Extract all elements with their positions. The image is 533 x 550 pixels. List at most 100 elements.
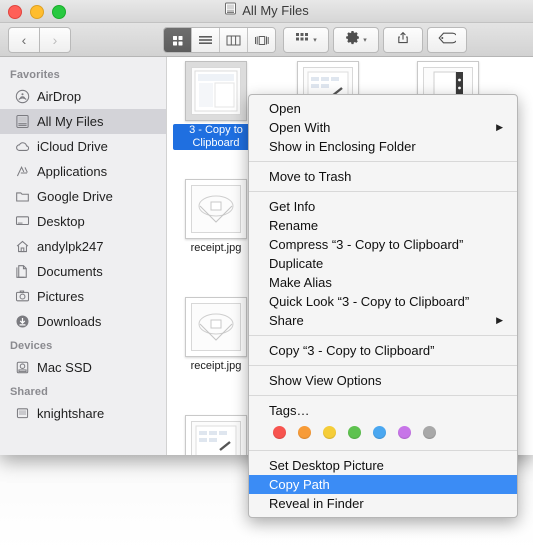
tag-purple-dot[interactable]	[398, 426, 411, 439]
context-menu[interactable]: Open Open With ▶ Show in Enclosing Folder Mo…	[248, 94, 518, 518]
sidebar-item-google-drive[interactable]: Google Drive	[0, 184, 166, 209]
sidebar-section-header: Shared	[10, 386, 48, 398]
menu-item-copy-path[interactable]: Copy Path	[249, 475, 517, 494]
menu-item-label: Reveal in Finder	[269, 496, 364, 511]
tag-button[interactable]	[427, 27, 467, 53]
sidebar-item-downloads[interactable]: Downloads	[0, 309, 166, 334]
icon-view-button[interactable]	[164, 28, 191, 52]
menu-item-label: Show in Enclosing Folder	[269, 139, 416, 154]
menu-item-copy-3-copy-to-clipboard[interactable]: Copy “3 - Copy to Clipboard”	[249, 341, 517, 360]
all-my-files-icon	[224, 2, 237, 18]
action-menu-button[interactable]: ▾	[333, 27, 379, 53]
back-button[interactable]: ‹	[8, 27, 40, 53]
share-icon	[396, 31, 410, 50]
sidebar-item-icloud-drive[interactable]: iCloud Drive	[0, 134, 166, 159]
icloud-icon	[14, 139, 30, 155]
file-label[interactable]: 3 - Copy to Clipboard	[173, 124, 259, 150]
sidebar-item-airdrop[interactable]: AirDrop	[0, 84, 166, 109]
toolbar: ‹ › ▾ ▾	[0, 23, 533, 57]
menu-item-label: Set Desktop Picture	[269, 458, 384, 473]
menu-item-label: Copy “3 - Copy to Clipboard”	[269, 343, 435, 358]
sidebar-item-label: Mac SSD	[37, 360, 92, 375]
tag-orange-dot[interactable]	[298, 426, 311, 439]
all-my-files-icon	[14, 114, 30, 130]
menu-item-quick-look-3-copy-to-clipboard[interactable]: Quick Look “3 - Copy to Clipboard”	[249, 292, 517, 311]
arrange-icon	[295, 31, 310, 49]
sidebar-item-label: AirDrop	[37, 89, 82, 104]
view-mode-segmented-control	[163, 27, 276, 53]
sidebar-item-applications[interactable]: Applications	[0, 159, 166, 184]
downloads-icon	[14, 314, 30, 330]
pictures-icon	[14, 289, 30, 305]
file-thumbnail[interactable]	[185, 179, 247, 239]
file-label[interactable]: receipt.jpg	[173, 242, 259, 255]
sidebar-item-label: Applications	[37, 164, 108, 179]
menu-item-move-to-trash[interactable]: Move to Trash	[249, 167, 517, 186]
tag-color-row[interactable]	[249, 420, 517, 445]
menu-item-set-desktop-picture[interactable]: Set Desktop Picture	[249, 456, 517, 475]
menu-item-open[interactable]: Open	[249, 99, 517, 118]
menu-item-label: Copy Path	[269, 477, 330, 492]
menu-item-label: Share	[269, 313, 304, 328]
arrange-button[interactable]: ▾	[283, 27, 329, 53]
file-thumbnail[interactable]	[185, 61, 247, 121]
shared-server-icon	[14, 406, 30, 422]
sidebar-item-andylpk247[interactable]: andylpk247	[0, 234, 166, 259]
sidebar[interactable]: Favorites AirDrop All My Files iCloud Drive…	[0, 57, 167, 455]
menu-item-get-info[interactable]: Get Info	[249, 197, 517, 216]
menu-item-label: Rename	[269, 218, 319, 233]
coverflow-view-button[interactable]	[247, 28, 275, 52]
share-button[interactable]	[383, 27, 423, 53]
tag-icon	[438, 31, 458, 49]
tag-gray-dot[interactable]	[423, 426, 436, 439]
tag-green-dot[interactable]	[348, 426, 361, 439]
menu-separator	[249, 365, 517, 366]
menu-separator	[249, 335, 517, 336]
file-thumbnail[interactable]	[185, 297, 247, 357]
sidebar-item-label: Documents	[37, 264, 103, 279]
menu-separator	[249, 161, 517, 162]
menu-item-show-view-options[interactable]: Show View Options	[249, 371, 517, 390]
menu-separator	[249, 191, 517, 192]
disk-icon	[14, 360, 30, 376]
menu-item-compress-3-copy-to-clipboard[interactable]: Compress “3 - Copy to Clipboard”	[249, 235, 517, 254]
sidebar-item-all-my-files[interactable]: All My Files	[0, 109, 166, 134]
menu-item-duplicate[interactable]: Duplicate	[249, 254, 517, 273]
sidebar-item-documents[interactable]: Documents	[0, 259, 166, 284]
sidebar-item-label: andylpk247	[37, 239, 104, 254]
sidebar-item-mac-ssd[interactable]: Mac SSD	[0, 355, 166, 380]
window-title: All My Files	[0, 2, 533, 18]
file-item[interactable]	[173, 415, 259, 455]
menu-item-show-in-enclosing-folder[interactable]: Show in Enclosing Folder	[249, 137, 517, 156]
tag-red-dot[interactable]	[273, 426, 286, 439]
menu-item-open-with[interactable]: Open With ▶	[249, 118, 517, 137]
file-thumbnail[interactable]	[185, 415, 247, 455]
submenu-arrow-icon: ▶	[496, 122, 503, 132]
file-item[interactable]: 3 - Copy to Clipboard	[173, 61, 259, 150]
sidebar-item-label: Google Drive	[37, 189, 113, 204]
tag-blue-dot[interactable]	[373, 426, 386, 439]
list-view-button[interactable]	[191, 28, 219, 52]
menu-item-reveal-in-finder[interactable]: Reveal in Finder	[249, 494, 517, 513]
submenu-arrow-icon: ▶	[496, 315, 503, 325]
menu-item-make-alias[interactable]: Make Alias	[249, 273, 517, 292]
sidebar-item-pictures[interactable]: Pictures	[0, 284, 166, 309]
forward-button[interactable]: ›	[40, 27, 71, 53]
chevron-down-icon: ▾	[363, 37, 367, 44]
nav-buttons: ‹ ›	[8, 27, 71, 53]
menu-item-tags[interactable]: Tags…	[249, 401, 517, 420]
menu-item-rename[interactable]: Rename	[249, 216, 517, 235]
tag-yellow-dot[interactable]	[323, 426, 336, 439]
desktop-icon	[14, 214, 30, 230]
file-label[interactable]: receipt.jpg	[173, 360, 259, 373]
column-view-button[interactable]	[219, 28, 247, 52]
sidebar-item-knightshare[interactable]: knightshare	[0, 401, 166, 426]
file-item[interactable]: receipt.jpg	[173, 179, 259, 255]
menu-item-share[interactable]: Share ▶	[249, 311, 517, 330]
documents-icon	[14, 264, 30, 280]
sidebar-item-desktop[interactable]: Desktop	[0, 209, 166, 234]
menu-item-label: Make Alias	[269, 275, 332, 290]
menu-item-label: Compress “3 - Copy to Clipboard”	[269, 237, 464, 252]
file-item[interactable]: receipt.jpg	[173, 297, 259, 373]
sidebar-item-label: knightshare	[37, 406, 105, 421]
